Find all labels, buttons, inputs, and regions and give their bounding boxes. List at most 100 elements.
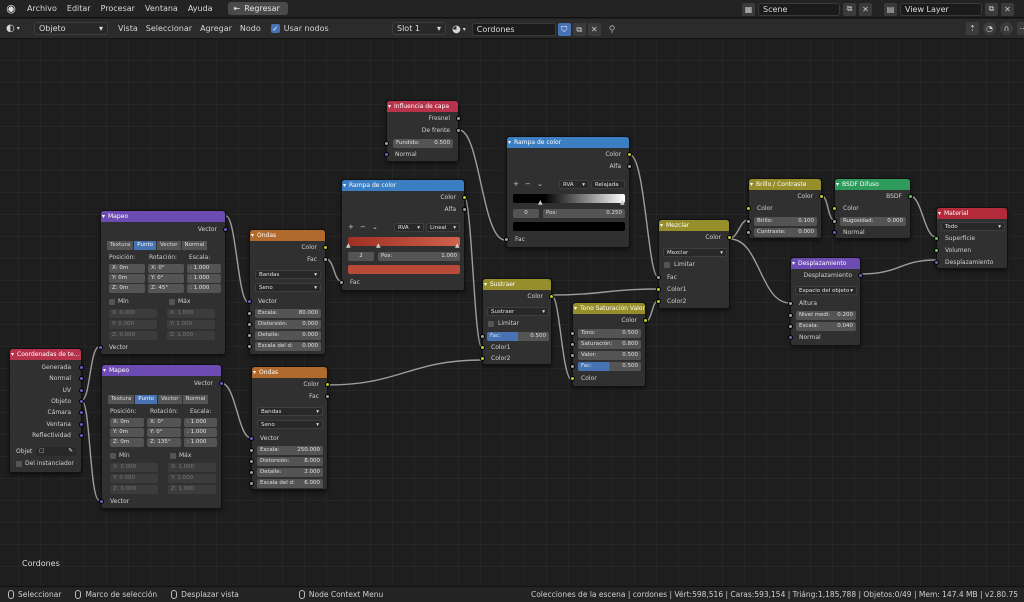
socket-input[interactable] [339, 280, 344, 285]
socket-input[interactable] [934, 260, 939, 265]
menu-editar[interactable]: Editar [62, 0, 96, 18]
socket-input[interactable] [249, 481, 254, 486]
position-y[interactable]: Y: 0m [109, 274, 145, 283]
socket-output[interactable] [223, 227, 228, 232]
menu-ayuda[interactable]: Ayuda [183, 0, 218, 18]
socket-input[interactable] [249, 448, 254, 453]
stop-color-swatch[interactable] [348, 265, 460, 274]
min-checkbox[interactable] [110, 453, 116, 459]
socket-input[interactable] [98, 345, 103, 350]
node-wave-texture-2[interactable]: Ondas Color Fac Bandas ▾ Seno ▾ Vector Esc… [249, 366, 330, 490]
node-texture-coordinate[interactable]: Coordenadas de te... Generada Normal UV … [9, 348, 84, 473]
socket-output[interactable] [79, 399, 84, 404]
socket-output[interactable] [456, 128, 461, 133]
scale-field[interactable]: Escala: 250.000 [257, 446, 323, 455]
socket-input[interactable] [247, 311, 252, 316]
rotation-y[interactable]: Y: 0° [148, 274, 184, 283]
node-diffuse-bsdf[interactable]: BSDF Difuso BSDF Color Rugosidad: 0.000 N… [832, 178, 913, 239]
blender-logo-icon[interactable]: ◉ [0, 0, 22, 18]
min-x[interactable]: X: 0.000 [109, 309, 157, 318]
position-x[interactable]: X: 0m [110, 418, 144, 427]
min-checkbox[interactable] [109, 299, 115, 305]
contrast-field[interactable]: Contraste: 0.000 [754, 228, 817, 237]
fake-user-shield-icon[interactable]: ⛉ [557, 23, 571, 36]
socket-output[interactable] [727, 235, 732, 240]
scale-x[interactable]: : 1.000 [187, 264, 221, 273]
max-x[interactable]: X: 1.000 [167, 309, 215, 318]
socket-output[interactable] [325, 382, 330, 387]
object-mode-dropdown[interactable]: Objeto ▾ [34, 22, 108, 35]
scale-z[interactable]: : 1.000 [184, 438, 217, 447]
socket-input[interactable] [570, 364, 575, 369]
socket-output[interactable] [462, 207, 467, 212]
tab-normal[interactable]: Normal [181, 241, 209, 250]
backdrop-icon[interactable]: ◔ [983, 22, 996, 35]
socket-input[interactable] [99, 499, 104, 504]
socket-output[interactable] [819, 194, 824, 199]
wave-profile-dropdown[interactable]: Seno ▾ [255, 283, 321, 292]
stop-position-field[interactable]: Pos: 0.250 [543, 209, 625, 218]
menu-ventana[interactable]: Ventana [140, 0, 183, 18]
remove-stop-icon[interactable]: − [360, 223, 366, 231]
socket-input[interactable] [656, 299, 661, 304]
scene-close-icon[interactable]: ✕ [859, 2, 872, 16]
socket-output[interactable] [643, 318, 648, 323]
scale-field[interactable]: Escala: 0.040 [796, 322, 856, 331]
tab-vector[interactable]: Vector [157, 395, 183, 404]
clamp-checkbox[interactable] [488, 321, 494, 327]
socket-output[interactable] [79, 376, 84, 381]
rotation-x[interactable]: X: 0° [147, 418, 181, 427]
socket-input[interactable] [249, 470, 254, 475]
view-layer-field[interactable]: View Layer [900, 2, 982, 16]
node-color-ramp-2[interactable]: Rampa de color Color Alfa + − ⌄ RVA ▾ Rel… [504, 136, 632, 248]
ramp-stop-handle[interactable]: ▲ [455, 242, 460, 249]
socket-output[interactable] [79, 422, 84, 427]
socket-input[interactable] [504, 237, 509, 242]
socket-input[interactable] [570, 342, 575, 347]
scale-y[interactable]: : 1.000 [184, 428, 217, 437]
tab-texture[interactable]: Textura [107, 241, 135, 250]
brightness-field[interactable]: Brillo: 0.100 [754, 217, 817, 226]
midlevel-field[interactable]: Nivel medi: 0.200 [796, 311, 856, 320]
socket-output[interactable] [908, 194, 913, 199]
space-dropdown[interactable]: Espacio del objeto ▾ [795, 286, 857, 295]
socket-output[interactable] [627, 152, 632, 157]
socket-input[interactable] [570, 353, 575, 358]
socket-output[interactable] [323, 257, 328, 262]
max-x[interactable]: X: 1.000 [168, 463, 216, 472]
tab-texture[interactable]: Textura [108, 395, 136, 404]
add-stop-icon[interactable]: + [513, 180, 519, 188]
socket-input[interactable] [788, 301, 793, 306]
menu-seleccionar[interactable]: Seleccionar [142, 24, 196, 33]
wave-type-dropdown[interactable]: Bandas ▾ [255, 270, 321, 279]
socket-output[interactable] [79, 388, 84, 393]
node-bright-contrast[interactable]: Brillo / Contraste Color Color Brillo: 0.… [746, 178, 824, 239]
position-y[interactable]: Y: 0m [110, 428, 144, 437]
socket-input[interactable] [788, 324, 793, 329]
node-color-ramp-1[interactable]: Rampa de color Color Alfa + − ⌄ RVA ▾ Lin… [339, 179, 467, 291]
socket-input[interactable] [249, 459, 254, 464]
menu-archivo[interactable]: Archivo [22, 0, 62, 18]
socket-input[interactable] [480, 334, 485, 339]
socket-output[interactable] [456, 116, 461, 121]
material-sphere-icon[interactable]: ◕ [452, 24, 461, 35]
socket-input[interactable] [570, 331, 575, 336]
target-dropdown[interactable]: Todo ▾ [941, 222, 1005, 231]
socket-input[interactable] [480, 345, 485, 350]
blend-mode-dropdown[interactable]: Sustraer ▾ [487, 307, 549, 316]
snap-icon[interactable]: ∩ [1000, 22, 1013, 35]
max-z[interactable]: Z: 1.000 [167, 331, 215, 340]
saturation-field[interactable]: Saturación: 0.800 [578, 340, 641, 349]
socket-input[interactable] [384, 152, 389, 157]
socket-input[interactable] [788, 313, 793, 318]
roughness-field[interactable]: Rugosidad: 0.000 [840, 217, 906, 226]
stop-position-field[interactable]: Pos: 1.000 [378, 252, 460, 261]
fac-field[interactable]: Fac: 0.500 [487, 332, 549, 341]
node-material-output[interactable]: Material Todo ▾ Superficie Volumen Despla… [934, 207, 1008, 269]
min-y[interactable]: Y: 0.000 [109, 320, 157, 329]
fac-field[interactable]: Fac: 0.500 [578, 362, 641, 371]
editor-type-selector[interactable]: ◐ ▾ [6, 23, 28, 34]
ramp-stop-handle[interactable]: ▲ [620, 199, 625, 206]
blend-mode-dropdown[interactable]: Mezclar ▾ [663, 248, 727, 257]
stop-index-field[interactable]: 0 [513, 209, 539, 218]
